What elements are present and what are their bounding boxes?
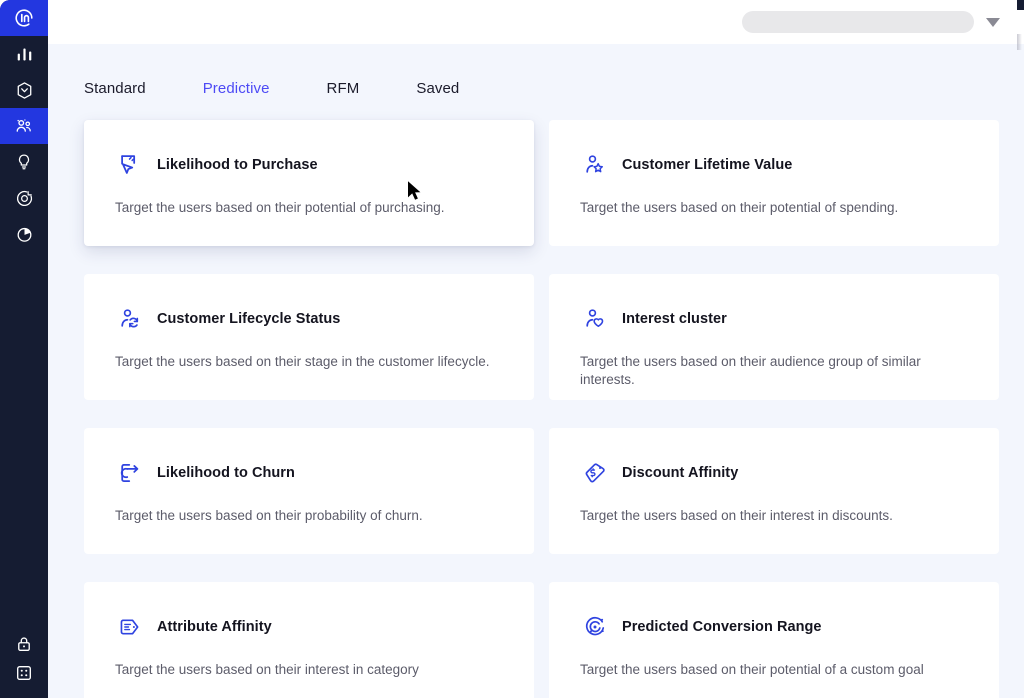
cursor-click-icon — [115, 150, 145, 180]
insider-logo[interactable] — [0, 0, 48, 36]
card-title: Customer Lifetime Value — [622, 157, 792, 173]
logout-arrow-icon — [115, 458, 145, 488]
card-title: Customer Lifecycle Status — [157, 311, 340, 327]
card-title: Likelihood to Churn — [157, 465, 295, 481]
card-description: Target the users based on their interest… — [580, 507, 971, 525]
sidebar-item-insights[interactable] — [0, 144, 48, 180]
lightbulb-icon — [15, 153, 33, 171]
card-header: Interest cluster — [580, 304, 971, 334]
sidebar-item-automation[interactable] — [0, 180, 48, 216]
segment-cards-grid: Likelihood to Purchase Target the users … — [48, 97, 1024, 698]
tab-bar: Standard Predictive RFM Saved — [48, 44, 1024, 97]
card-header: Customer Lifecycle Status — [115, 304, 506, 334]
pie-chart-icon — [15, 225, 34, 244]
person-heart-icon — [580, 304, 610, 334]
card-description: Target the users based on their potentia… — [115, 199, 506, 217]
card-attribute-affinity[interactable]: Attribute Affinity Target the users base… — [84, 582, 534, 698]
card-description: Target the users based on their audience… — [580, 353, 971, 389]
tab-saved[interactable]: Saved — [416, 80, 516, 97]
person-star-icon — [580, 150, 610, 180]
card-description: Target the users based on their interest… — [115, 661, 506, 679]
card-interest-cluster[interactable]: Interest cluster Target the users based … — [549, 274, 999, 400]
bar-chart-icon — [16, 46, 33, 63]
card-title: Likelihood to Purchase — [157, 157, 318, 173]
top-bar — [48, 0, 1024, 44]
card-description: Target the users based on their stage in… — [115, 353, 506, 371]
card-description: Target the users based on their potentia… — [580, 199, 971, 217]
sidebar-item-apps[interactable] — [0, 662, 48, 698]
card-title: Predicted Conversion Range — [622, 619, 822, 635]
person-refresh-icon — [115, 304, 145, 334]
caret-down-icon[interactable] — [986, 18, 1000, 27]
tab-predictive[interactable]: Predictive — [203, 80, 327, 97]
main-sidebar — [0, 0, 48, 698]
card-title: Discount Affinity — [622, 465, 738, 481]
card-likelihood-to-purchase[interactable]: Likelihood to Purchase Target the users … — [84, 120, 534, 246]
card-header: Attribute Affinity — [115, 612, 506, 642]
tab-rfm[interactable]: RFM — [327, 80, 417, 97]
card-customer-lifetime-value[interactable]: Customer Lifetime Value Target the users… — [549, 120, 999, 246]
window-edge-shadow — [1017, 34, 1022, 50]
content-area: Standard Predictive RFM Saved — [48, 44, 1024, 698]
card-discount-affinity[interactable]: Discount Affinity Target the users based… — [549, 428, 999, 554]
tab-standard[interactable]: Standard — [84, 80, 203, 97]
price-tag-dollar-icon — [580, 458, 610, 488]
card-customer-lifecycle-status[interactable]: Customer Lifecycle Status Target the use… — [84, 274, 534, 400]
grid-apps-icon — [15, 664, 33, 682]
sidebar-item-reports[interactable] — [0, 216, 48, 252]
card-title: Interest cluster — [622, 311, 727, 327]
sidebar-item-architect[interactable] — [0, 72, 48, 108]
sidebar-item-audience[interactable] — [0, 108, 48, 144]
card-likelihood-to-churn[interactable]: Likelihood to Churn Target the users bas… — [84, 428, 534, 554]
card-header: Customer Lifetime Value — [580, 150, 971, 180]
card-header: Likelihood to Churn — [115, 458, 506, 488]
target-arrow-icon — [15, 189, 34, 208]
card-title: Attribute Affinity — [157, 619, 272, 635]
tag-list-icon — [115, 612, 145, 642]
card-description: Target the users based on their probabil… — [115, 507, 506, 525]
people-icon — [14, 116, 34, 136]
application-window: Standard Predictive RFM Saved — [0, 0, 1024, 698]
search-input[interactable] — [742, 11, 974, 33]
shield-hexagon-icon — [15, 81, 34, 100]
sidebar-item-privacy[interactable] — [0, 626, 48, 662]
card-header: Likelihood to Purchase — [115, 150, 506, 180]
card-predicted-conversion-range[interactable]: Predicted Conversion Range Target the us… — [549, 582, 999, 698]
card-description: Target the users based on their potentia… — [580, 661, 971, 679]
sidebar-item-analytics[interactable] — [0, 36, 48, 72]
window-corner-notch — [1017, 0, 1024, 10]
lock-icon — [15, 635, 33, 653]
card-header: Predicted Conversion Range — [580, 612, 971, 642]
card-header: Discount Affinity — [580, 458, 971, 488]
radar-target-icon — [580, 612, 610, 642]
